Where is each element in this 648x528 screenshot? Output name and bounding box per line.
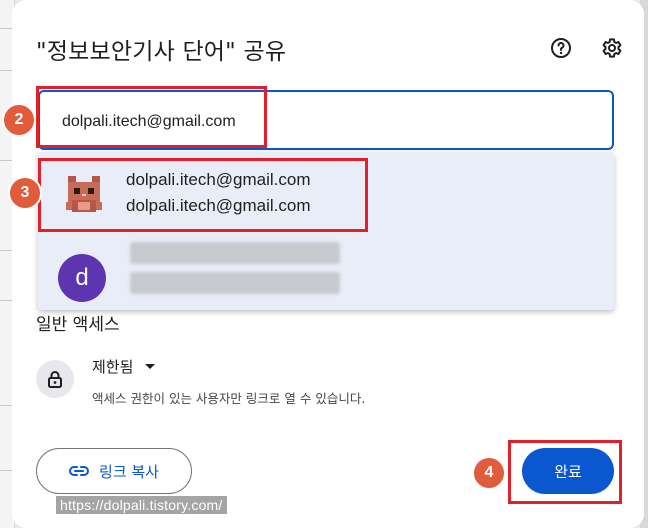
gear-icon <box>602 38 622 58</box>
general-access-heading: 일반 액세스 <box>36 315 120 335</box>
access-description: 액세스 권한이 있는 사용자만 링크로 열 수 있습니다. <box>92 391 366 406</box>
help-button[interactable] <box>547 34 575 62</box>
step-badge-4: 4 <box>472 456 506 490</box>
caret-down-icon <box>145 364 156 369</box>
access-level-dropdown[interactable]: 제한됨 <box>92 356 156 377</box>
suggestion-email: dolpali.itech@gmail.com <box>126 196 311 215</box>
step-badge-2: 2 <box>2 103 36 137</box>
copy-link-label: 링크 복사 <box>99 462 159 481</box>
avatar: d <box>58 254 106 302</box>
cat-avatar-icon <box>66 176 102 212</box>
suggestion-dropdown: dolpali.itech@gmail.com dolpali.itech@gm… <box>38 152 614 310</box>
help-circle-icon <box>551 38 571 58</box>
copy-link-button[interactable]: 링크 복사 <box>36 448 192 494</box>
step-badge-3: 3 <box>8 176 42 210</box>
suggestion-item[interactable]: d <box>38 232 614 306</box>
done-button[interactable]: 완료 <box>522 448 614 494</box>
add-people-field[interactable] <box>38 90 614 150</box>
settings-button[interactable] <box>597 34 625 62</box>
redacted-name <box>130 242 340 264</box>
dialog-title: "정보보안기사 단어" 공유 <box>36 39 287 65</box>
share-dialog: "정보보안기사 단어" 공유 dolpali.itech@gmail.com d… <box>12 0 644 528</box>
access-level-label: 제한됨 <box>92 358 134 376</box>
suggestion-item[interactable]: dolpali.itech@gmail.com dolpali.itech@gm… <box>38 156 614 230</box>
watermark: https://dolpali.tistory.com/ <box>56 496 227 514</box>
redacted-email <box>130 272 340 294</box>
lock-icon-container <box>36 360 74 398</box>
lock-icon <box>48 371 62 388</box>
suggestion-name: dolpali.itech@gmail.com <box>126 170 311 189</box>
link-icon <box>69 466 89 476</box>
done-label: 완료 <box>554 462 582 481</box>
email-input[interactable] <box>60 108 564 136</box>
